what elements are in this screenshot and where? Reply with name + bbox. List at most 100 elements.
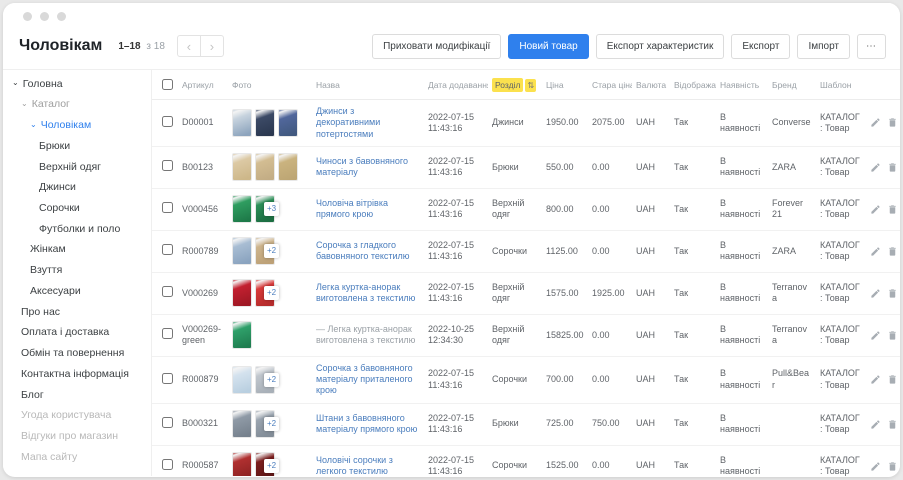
sidebar-item-сорочки[interactable]: Сорочки bbox=[3, 198, 151, 219]
row-checkbox[interactable] bbox=[162, 160, 173, 171]
sidebar-item-каталог[interactable]: ⌄Каталог bbox=[3, 95, 151, 116]
column-header-шаблон[interactable]: Шаблон bbox=[816, 70, 866, 100]
column-header-розділ[interactable]: Розділ⇅ bbox=[488, 70, 542, 100]
product-name-link[interactable]: Чоловічі сорочки з легкого текстилю bbox=[316, 455, 393, 476]
column-header-дата-додавання[interactable]: Дата додавання bbox=[424, 70, 488, 100]
more-actions-button[interactable]: ⋯ bbox=[857, 34, 886, 59]
column-header-валюта[interactable]: Валюта bbox=[632, 70, 670, 100]
row-checkbox[interactable] bbox=[162, 244, 173, 255]
more-photos-badge[interactable]: +2 bbox=[264, 459, 279, 473]
product-name-link[interactable]: Штани з бавовняного матеріалу прямого кр… bbox=[316, 413, 417, 434]
sidebar-item-оплата-і-доставка[interactable]: Оплата і доставка bbox=[3, 323, 151, 344]
more-photos-badge[interactable]: +3 bbox=[264, 202, 279, 216]
product-name-link[interactable]: Сорочка з гладкого бавовняного текстилю bbox=[316, 240, 410, 261]
sidebar-item-чоловікам[interactable]: ⌄Чоловікам bbox=[3, 115, 151, 136]
edit-icon[interactable] bbox=[870, 246, 881, 257]
row-checkbox[interactable] bbox=[162, 116, 173, 127]
more-photos-badge[interactable]: +2 bbox=[264, 417, 279, 431]
row-checkbox[interactable] bbox=[162, 328, 173, 339]
column-header-артикул[interactable]: Артикул bbox=[178, 70, 228, 100]
sidebar-item-обмін-та-повернення[interactable]: Обмін та повернення bbox=[3, 344, 151, 365]
delete-icon[interactable] bbox=[887, 117, 898, 128]
sidebar-item-угода-користувача[interactable]: Угода користувача bbox=[3, 406, 151, 427]
more-photos-badge[interactable]: +2 bbox=[264, 373, 279, 387]
column-header-ціна[interactable]: Ціна bbox=[542, 70, 588, 100]
delete-icon[interactable] bbox=[887, 288, 898, 299]
column-header-наявність[interactable]: Наявність bbox=[716, 70, 768, 100]
product-photo-thumbnail[interactable] bbox=[278, 109, 298, 137]
prev-page-button[interactable]: ‹ bbox=[177, 35, 201, 57]
new-product-button[interactable]: Новий товар bbox=[508, 34, 588, 59]
edit-icon[interactable] bbox=[870, 374, 881, 385]
delete-icon[interactable] bbox=[887, 461, 898, 472]
product-photo-thumbnail[interactable] bbox=[232, 321, 252, 349]
column-header-відображати[interactable]: Відображати bbox=[670, 70, 716, 100]
product-photo-thumbnail[interactable] bbox=[232, 366, 252, 394]
edit-icon[interactable] bbox=[870, 419, 881, 430]
edit-icon[interactable] bbox=[870, 204, 881, 215]
product-name-link[interactable]: — Легка куртка-анорак виготовлена з текс… bbox=[316, 324, 415, 345]
delete-icon[interactable] bbox=[887, 246, 898, 257]
row-checkbox[interactable] bbox=[162, 202, 173, 213]
row-checkbox[interactable] bbox=[162, 286, 173, 297]
edit-icon[interactable] bbox=[870, 117, 881, 128]
export-button[interactable]: Експорт bbox=[731, 34, 790, 59]
sidebar-item-джинси[interactable]: Джинси bbox=[3, 178, 151, 199]
sidebar-item-взуття[interactable]: Взуття bbox=[3, 261, 151, 282]
delete-icon[interactable] bbox=[887, 330, 898, 341]
product-photo-thumbnail[interactable] bbox=[255, 109, 275, 137]
product-photo-thumbnail[interactable] bbox=[232, 237, 252, 265]
product-name-link[interactable]: Сорочка з бавовняного матеріалу притален… bbox=[316, 363, 413, 396]
table-row: R000587+2Чоловічі сорочки з легкого текс… bbox=[152, 445, 900, 476]
sidebar-item-мапа-сайту[interactable]: Мапа сайту bbox=[3, 447, 151, 468]
more-photos-badge[interactable]: +2 bbox=[264, 286, 279, 300]
product-name-link[interactable]: Чоловіча вітрівка прямого крою bbox=[316, 198, 388, 219]
product-photo-thumbnail[interactable] bbox=[232, 195, 252, 223]
delete-icon[interactable] bbox=[887, 419, 898, 430]
import-button[interactable]: Імпорт bbox=[797, 34, 850, 59]
edit-icon[interactable] bbox=[870, 162, 881, 173]
next-page-button[interactable]: › bbox=[200, 35, 224, 57]
window-dot-icon[interactable] bbox=[57, 12, 66, 21]
delete-icon[interactable] bbox=[887, 162, 898, 173]
row-checkbox[interactable] bbox=[162, 373, 173, 384]
row-checkbox[interactable] bbox=[162, 459, 173, 470]
edit-icon[interactable] bbox=[870, 288, 881, 299]
sort-icon[interactable]: ⇅ bbox=[525, 79, 536, 92]
column-header-стара-ціна[interactable]: Стара ціна bbox=[588, 70, 632, 100]
column-header-фото[interactable]: Фото bbox=[228, 70, 312, 100]
product-photo-thumbnail[interactable] bbox=[232, 153, 252, 181]
export-characteristics-button[interactable]: Експорт характеристик bbox=[596, 34, 725, 59]
product-name-link[interactable]: Легка куртка-анорак виготовлена з тексти… bbox=[316, 282, 415, 303]
more-photos-badge[interactable]: +2 bbox=[264, 244, 279, 258]
sidebar-item-аксесуари[interactable]: Аксесуари bbox=[3, 281, 151, 302]
edit-icon[interactable] bbox=[870, 461, 881, 472]
sidebar-item-відгуки-про-магазин[interactable]: Відгуки про магазин bbox=[3, 426, 151, 447]
product-photo-thumbnail[interactable] bbox=[232, 410, 252, 438]
sidebar-item-контактна-інформація[interactable]: Контактна інформація bbox=[3, 364, 151, 385]
column-header-назва[interactable]: Назва bbox=[312, 70, 424, 100]
hide-modifications-button[interactable]: Приховати модифікації bbox=[372, 34, 501, 59]
delete-icon[interactable] bbox=[887, 204, 898, 215]
window-dot-icon[interactable] bbox=[23, 12, 32, 21]
sidebar-item-футболки-и-поло[interactable]: Футболки и поло bbox=[3, 219, 151, 240]
product-photo-thumbnail[interactable] bbox=[278, 153, 298, 181]
column-header-бренд[interactable]: Бренд bbox=[768, 70, 816, 100]
row-checkbox[interactable] bbox=[162, 417, 173, 428]
product-name-link[interactable]: Джинси з декоративними потертостями bbox=[316, 106, 380, 139]
sidebar-item-жінкам[interactable]: Жінкам bbox=[3, 240, 151, 261]
edit-icon[interactable] bbox=[870, 330, 881, 341]
sidebar-item-брюки[interactable]: Брюки bbox=[3, 136, 151, 157]
product-photo-thumbnail[interactable] bbox=[232, 109, 252, 137]
product-photo-thumbnail[interactable] bbox=[255, 153, 275, 181]
sidebar-item-про-нас[interactable]: Про нас bbox=[3, 302, 151, 323]
window-dot-icon[interactable] bbox=[40, 12, 49, 21]
sidebar-item-головна[interactable]: ⌄Головна bbox=[3, 74, 151, 95]
product-name-link[interactable]: Чиноси з бавовняного матеріалу bbox=[316, 156, 408, 177]
delete-icon[interactable] bbox=[887, 374, 898, 385]
product-photo-thumbnail[interactable] bbox=[232, 279, 252, 307]
sidebar-item-блог[interactable]: Блог bbox=[3, 385, 151, 406]
sidebar-item-верхній-одяг[interactable]: Верхній одяг bbox=[3, 157, 151, 178]
product-photo-thumbnail[interactable] bbox=[232, 452, 252, 476]
select-all-checkbox[interactable] bbox=[162, 79, 173, 90]
